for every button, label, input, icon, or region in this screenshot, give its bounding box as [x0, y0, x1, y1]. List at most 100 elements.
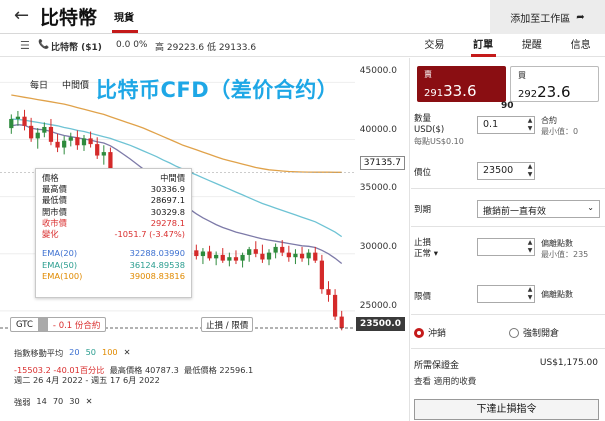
place-stop-order-button[interactable]: 下達止損指令 [414, 399, 599, 420]
candle [266, 252, 272, 260]
tooltip-row: 最高價 30336.9 [42, 184, 185, 195]
tooltip-label: 變化 [42, 229, 59, 240]
gtc-order-pill[interactable]: GTC - 0.1 份合約 [10, 317, 107, 332]
margin-label: 所需保證金 [414, 361, 460, 371]
low-value: 低 29133.6 [206, 43, 257, 53]
tooltip-header-right: 中間價 [160, 173, 185, 183]
candle [332, 294, 338, 317]
gtc-label: GTC [16, 319, 33, 330]
tab-info[interactable]: 信息 [556, 35, 605, 56]
gtc-value: - 0.1 份合約 [52, 320, 101, 331]
timeframe-daily[interactable]: 每日 [30, 78, 48, 91]
price-chart[interactable]: 每日 中間價 比特币CFD（差价合约） 45000.0 40000.0 3500… [0, 58, 410, 338]
candle [15, 116, 21, 119]
tooltip-value: -1051.7 (-3.47%) [114, 229, 186, 240]
ema100-price-tag: 37135.7 [359, 156, 405, 170]
candle [253, 249, 258, 254]
arrow-left-icon[interactable]: ← [14, 5, 29, 26]
tooltip-label: EMA(20) [42, 248, 78, 259]
close-position-radio[interactable]: 沖銷 [414, 326, 446, 339]
spread-value: 90 [501, 101, 514, 111]
tooltip-row: 最低價 28697.1 [42, 195, 185, 206]
expiry-value: 撤銷前一直有效 [483, 207, 547, 217]
price-stepper[interactable]: ▲ ▼ [525, 163, 535, 179]
candle [22, 116, 27, 126]
candle [55, 141, 60, 148]
limit-stepper[interactable]: ▲ ▼ [525, 286, 535, 302]
y-tick: 30000.0 [359, 242, 397, 252]
stop-hint-sub: 最小值：235 [541, 250, 589, 259]
tab-spot[interactable]: 現貨 [114, 9, 134, 24]
tooltip-ema-row: EMA(100) 39008.83816 [42, 271, 185, 282]
candle [35, 132, 40, 139]
ohlc-tooltip: 價格 中間價 最高價 30336.9 最低價 28697.1 開市價 30329.8 … [35, 168, 192, 298]
candle [293, 253, 298, 258]
candle [319, 260, 324, 290]
tooltip-label: 最低價 [42, 195, 67, 206]
tooltip-ema-row: EMA(20) 32288.03990 [42, 248, 185, 259]
margin-value: US$1,175.00 [539, 358, 598, 368]
qty-sub: 每點US$0.10 [414, 137, 464, 146]
stop-stepper[interactable]: ▲ ▼ [525, 239, 535, 255]
tooltip-value: 29278.1 [150, 217, 185, 228]
high-value: 高 29223.6 [155, 43, 205, 53]
tooltip-label: 收市價 [42, 217, 67, 228]
ma-indicator: 指數移動平均 20 50 100 ✕ [14, 347, 131, 359]
oscillator-label[interactable]: 強弱 [14, 396, 30, 408]
high-low: 高 29223.6 低 29133.6 [155, 40, 256, 53]
add-to-workspace-button[interactable]: 添加至工作區 ➦ [490, 0, 605, 34]
qty-unit: USD($) [414, 125, 445, 135]
tooltip-header-left: 價格 [42, 173, 59, 183]
oscillator-indicator: 強弱 14 70 30 ✕ [14, 396, 93, 408]
price-label: 價位 [414, 168, 432, 178]
force-open-label: 強制開倉 [523, 329, 560, 339]
stat-low: 最低價格 22596.1 [184, 365, 254, 375]
change-pct: 0% [133, 40, 148, 50]
osc-period: 30 [69, 396, 80, 406]
order-panel: 賣 29133.6 買 29223.6 90 數量 USD($) 每點US$0.… [411, 58, 605, 421]
expiry-label: 到期 [414, 205, 432, 215]
quantity-stepper[interactable]: ▲ ▼ [525, 117, 535, 133]
tab-trade[interactable]: 交易 [410, 35, 459, 56]
chart-toolbar: 每日 中間價 [30, 78, 89, 91]
ma-label[interactable]: 指數移動平均 [14, 347, 63, 359]
stop-limit-pill[interactable]: 止損 / 限價 [201, 317, 254, 332]
close-icon[interactable]: ✕ [124, 347, 131, 359]
instrument-name: 比特幣 ($1) [51, 43, 102, 53]
tab-orders[interactable]: 訂單 [459, 35, 508, 57]
change-value: 0.0 [116, 40, 131, 50]
menu-icon[interactable]: ☰ [20, 39, 30, 52]
y-tick: 25000.0 [359, 301, 397, 311]
tooltip-label: 開市價 [42, 206, 67, 217]
buy-button[interactable]: 買 29223.6 [510, 66, 599, 102]
qty-hint-sub: 最小值：0 [541, 127, 579, 136]
radio-unselected-icon [509, 327, 519, 338]
tooltip-label: EMA(100) [42, 271, 83, 282]
candle [299, 253, 305, 259]
stop-type[interactable]: 正常 ▾ [414, 249, 438, 260]
close-icon[interactable]: ✕ [86, 396, 93, 408]
tooltip-value: 36124.89538 [129, 259, 185, 270]
y-tick: 40000.0 [359, 125, 397, 135]
view-charges-link[interactable]: 查看 適用的收費 [414, 375, 476, 387]
sell-price-big: 33.6 [443, 82, 477, 100]
price-type-mid[interactable]: 中間價 [62, 78, 89, 91]
tooltip-row: 變化 -1051.7 (-3.47%) [42, 229, 185, 240]
tab-alerts[interactable]: 提醒 [508, 35, 557, 56]
buy-price: 29223.6 [518, 83, 571, 101]
sell-button[interactable]: 賣 29133.6 [417, 66, 506, 102]
overlay-title: 比特币CFD（差价合约） [96, 78, 339, 102]
tooltip-value: 30329.8 [150, 206, 185, 217]
buy-label: 買 [518, 71, 526, 80]
expiry-select[interactable]: 撤銷前一直有效 ⌄ [477, 200, 600, 218]
buy-price-big: 23.6 [537, 83, 571, 101]
force-open-radio[interactable]: 強制開倉 [509, 326, 559, 339]
tooltip-value: 32288.03990 [129, 248, 185, 259]
limit-hint: 偏離點數 [541, 290, 573, 299]
osc-period: 70 [52, 396, 64, 406]
qty-hint-label: 合約 [541, 116, 557, 125]
stop-label: 止損 [414, 238, 432, 248]
date-range: 週二 26 4月 2022 - 週五 17 6月 2022 [14, 375, 160, 385]
candle [233, 257, 239, 261]
ma-period-100: 100 [101, 347, 118, 357]
